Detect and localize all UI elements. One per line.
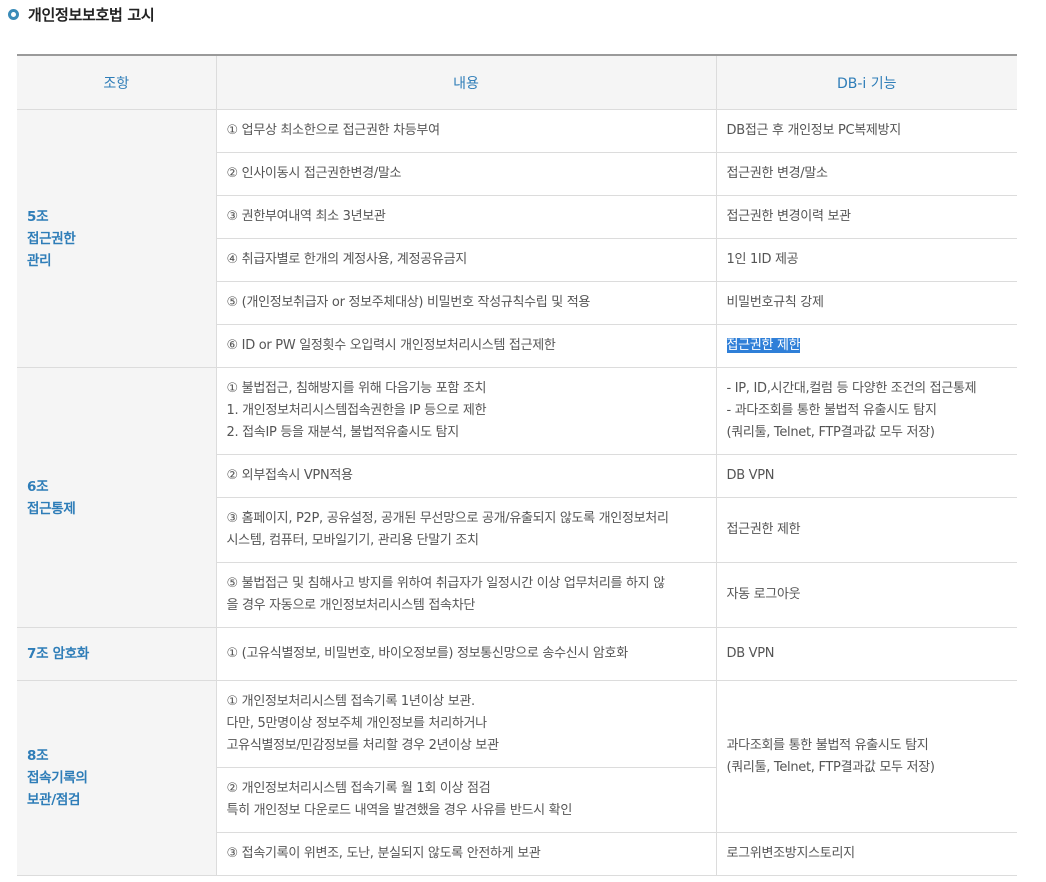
section-title: 개인정보보호법 고시	[8, 3, 155, 25]
content-cell: ① 불법접근, 침해방지를 위해 다음기능 포함 조치 1. 개인정보처리시스템…	[215, 367, 716, 455]
page: 개인정보보호법 고시 조항 내용 DB-i 기능 5조 접근권한 관리 ① 업무…	[0, 0, 1046, 882]
selected-text-highlight[interactable]: 접근권한 제한	[726, 338, 801, 353]
function-cell: DB접근 후 개인정보 PC복제방지	[715, 109, 1017, 153]
table-row: 5조 접근권한 관리 ① 업무상 최소한으로 접근권한 차등부여 DB접근 후 …	[17, 109, 1017, 368]
content-cell: ⑥ ID or PW 일정횟수 오입력시 개인정보처리시스템 접근제한	[215, 324, 716, 368]
article-8-label: 8조 접속기록의 보관/점검	[17, 680, 216, 876]
header-function: DB-i 기능	[715, 55, 1017, 110]
article-6-label: 6조 접근통제	[17, 367, 216, 628]
function-cell: 비밀번호규칙 강제	[715, 281, 1017, 325]
content-cell: ② 외부접속시 VPN적용	[215, 454, 716, 498]
function-cell: 로그위변조방지스토리지	[715, 832, 1017, 876]
content-cell: ③ 접속기록이 위변조, 도난, 분실되지 않도록 안전하게 보관	[215, 832, 716, 876]
page-title: 개인정보보호법 고시	[28, 5, 155, 24]
content-cell: ③ 권한부여내역 최소 3년보관	[215, 195, 716, 239]
function-cell: DB VPN	[715, 627, 1017, 681]
function-cell: 과다조회를 통한 불법적 유출시도 탐지 (쿼리툴, Telnet, FTP결과…	[715, 680, 1017, 833]
header-article: 조항	[17, 55, 216, 110]
circle-bullet-icon	[8, 8, 19, 20]
table-header-row: 조항 내용 DB-i 기능	[17, 55, 1017, 110]
function-cell: 접근권한 변경/말소	[715, 152, 1017, 196]
article-5-label: 5조 접근권한 관리	[17, 109, 216, 368]
function-cell: 1인 1ID 제공	[715, 238, 1017, 282]
table-row: 8조 접속기록의 보관/점검 ① 개인정보처리시스템 접속기록 1년이상 보관.…	[17, 680, 1017, 876]
function-cell: 접근권한 제한	[715, 324, 1017, 368]
function-cell: - IP, ID,시간대,컬럼 등 다양한 조건의 접근통제 - 과다조회를 통…	[715, 367, 1017, 455]
function-cell: DB VPN	[715, 454, 1017, 498]
table-row: 7조 암호화 ① (고유식별정보, 비밀번호, 바이오정보를) 정보통신망으로 …	[17, 627, 1017, 681]
function-cell: 접근권한 변경이력 보관	[715, 195, 1017, 239]
header-content: 내용	[215, 55, 716, 110]
law-table: 조항 내용 DB-i 기능 5조 접근권한 관리 ① 업무상 최소한으로 접근권…	[17, 54, 1017, 876]
content-cell: ② 인사이동시 접근권한변경/말소	[215, 152, 716, 196]
function-cell: 접근권한 제한	[715, 497, 1017, 563]
content-cell: ③ 홈페이지, P2P, 공유설정, 공개된 무선망으로 공개/유출되지 않도록…	[215, 497, 716, 563]
content-cell: ① (고유식별정보, 비밀번호, 바이오정보를) 정보통신망으로 송수신시 암호…	[215, 627, 716, 681]
article-7-label: 7조 암호화	[17, 627, 216, 681]
function-cell: 자동 로그아웃	[715, 562, 1017, 628]
content-cell: ① 업무상 최소한으로 접근권한 차등부여	[215, 109, 716, 153]
table-row: 6조 접근통제 ① 불법접근, 침해방지를 위해 다음기능 포함 조치 1. 개…	[17, 367, 1017, 628]
content-cell: ① 개인정보처리시스템 접속기록 1년이상 보관. 다만, 5만명이상 정보주체…	[215, 680, 716, 768]
content-cell: ② 개인정보처리시스템 접속기록 월 1회 이상 점검 특히 개인정보 다운로드…	[215, 767, 716, 833]
content-cell: ⑤ 불법접근 및 침해사고 방지를 위하여 취급자가 일정시간 이상 업무처리를…	[215, 562, 716, 628]
content-cell: ④ 취급자별로 한개의 계정사용, 계정공유금지	[215, 238, 716, 282]
content-cell: ⑤ (개인정보취급자 or 정보주체대상) 비밀번호 작성규칙수립 및 적용	[215, 281, 716, 325]
